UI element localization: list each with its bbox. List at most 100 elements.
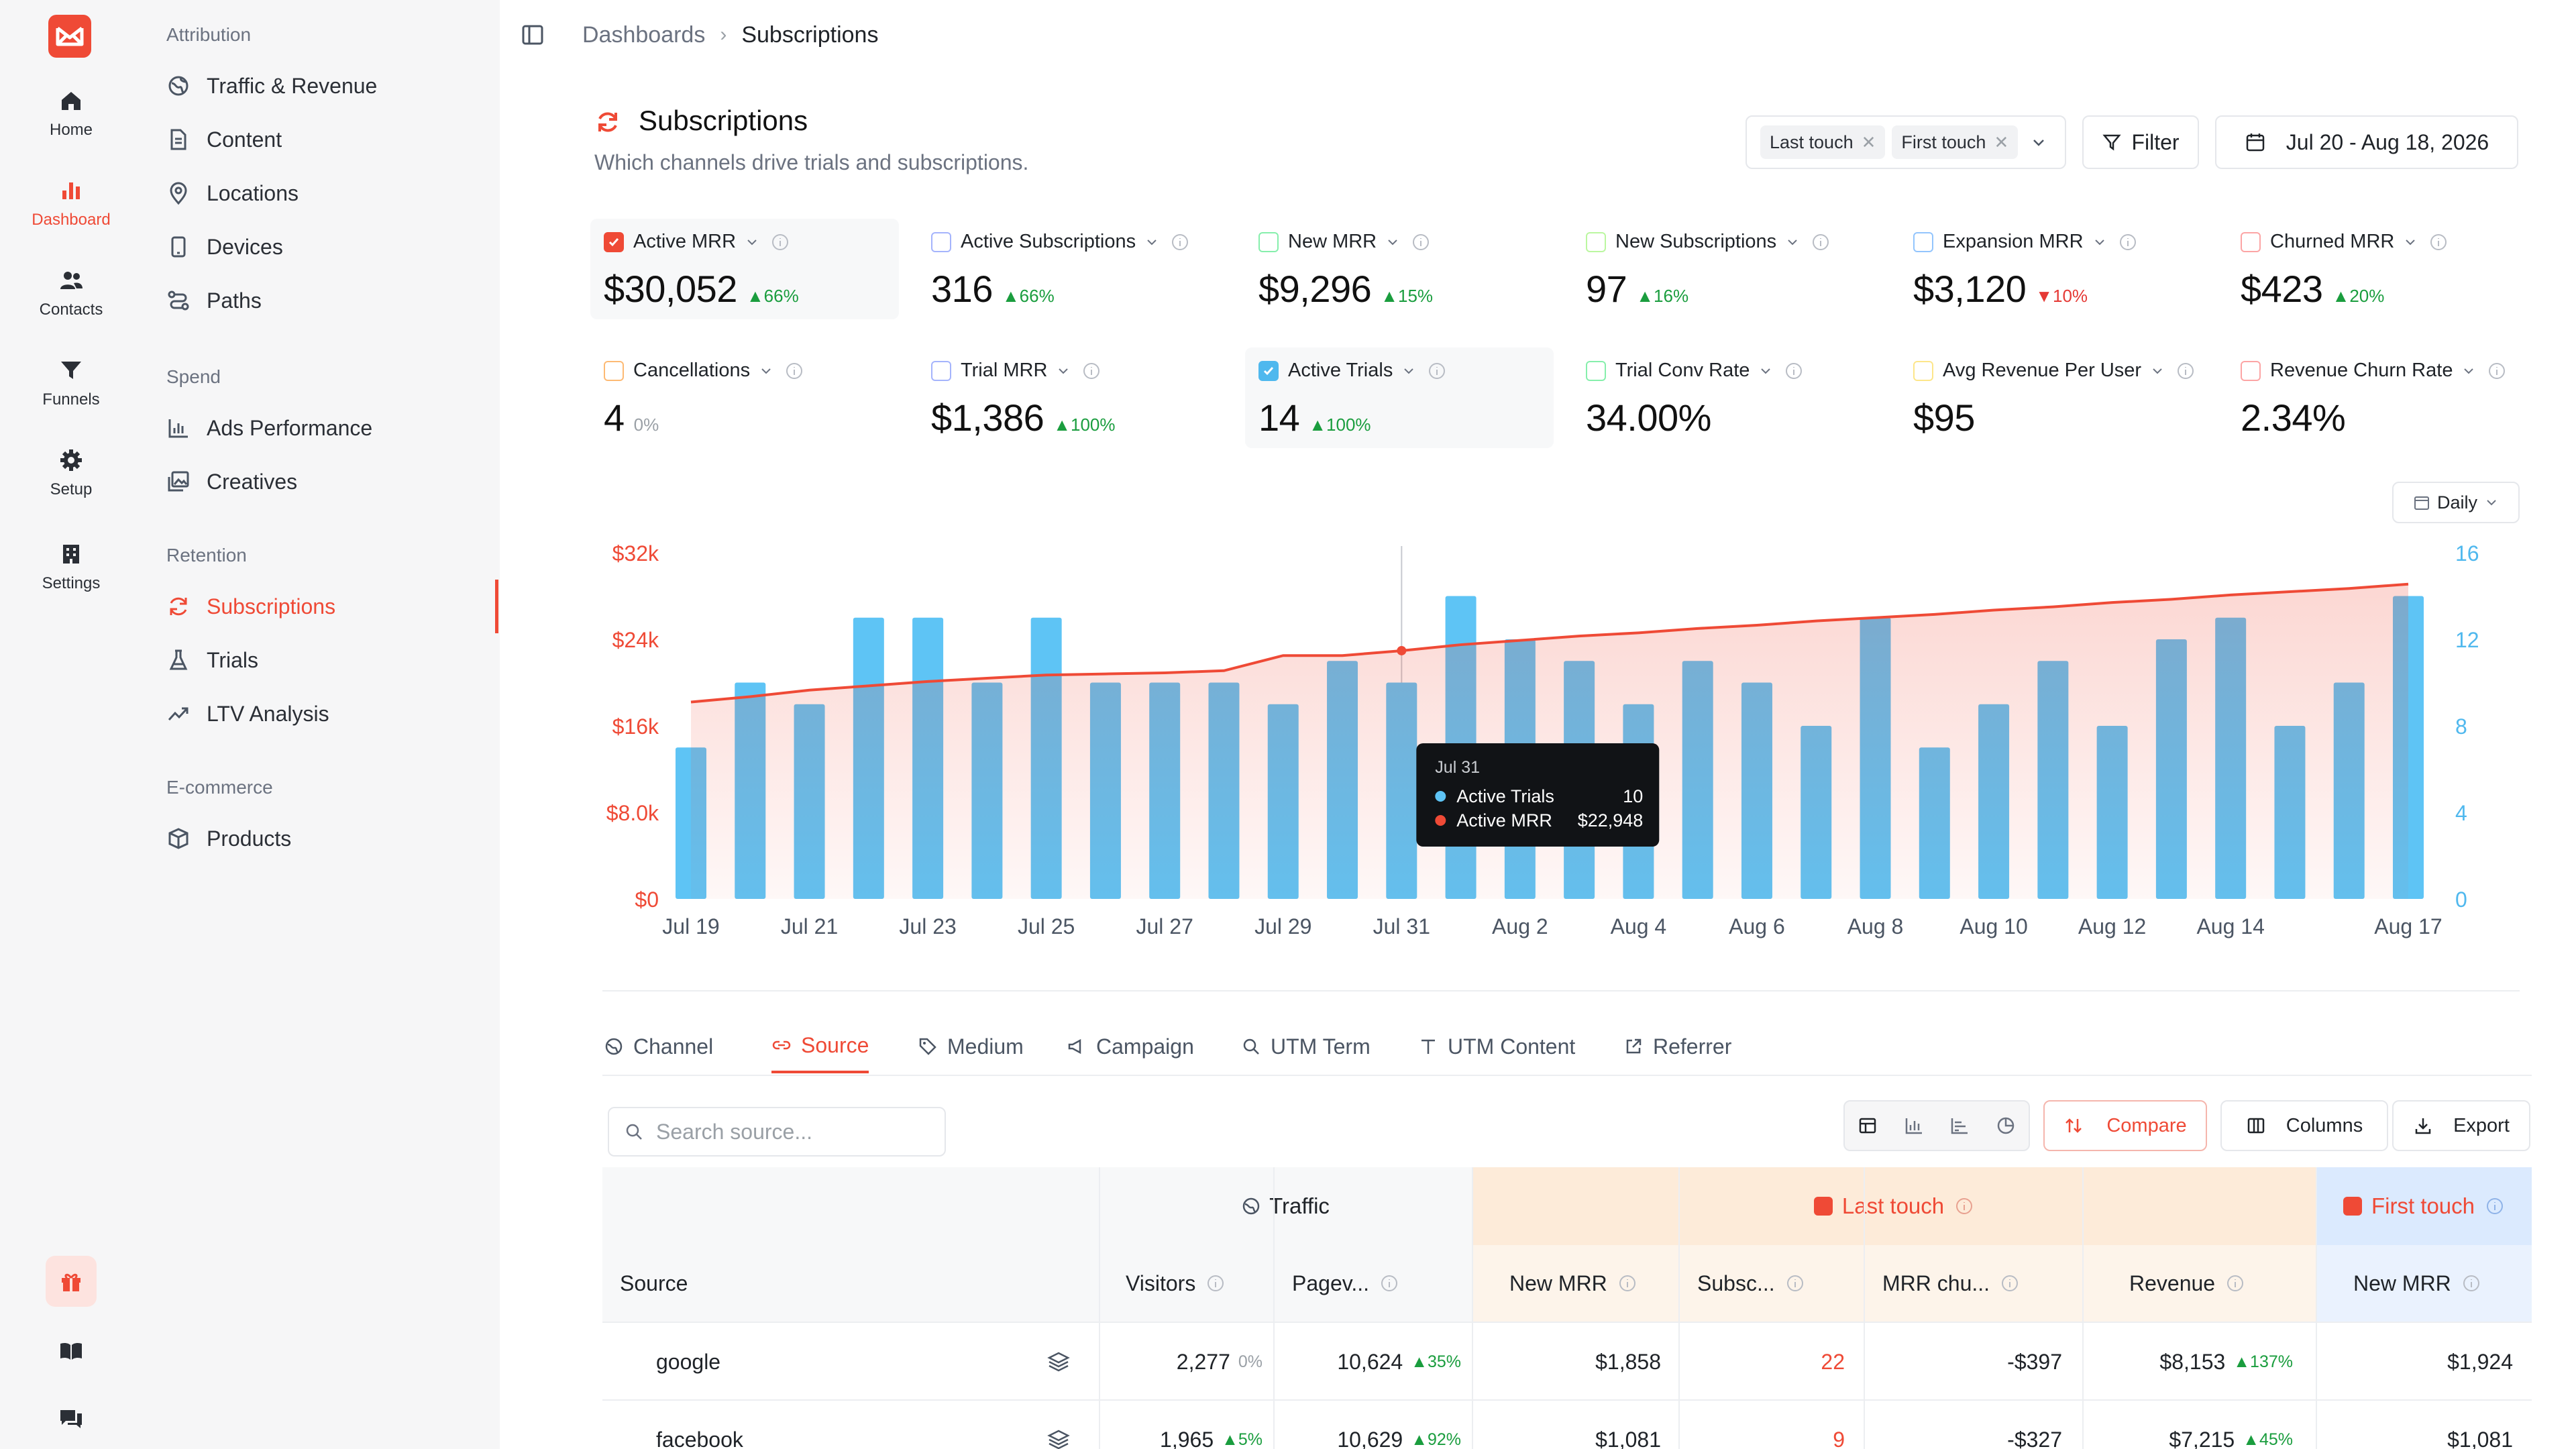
- pie-chart-view-icon[interactable]: [1996, 1116, 2016, 1136]
- tab-campaign[interactable]: Campaign: [1067, 1020, 1194, 1073]
- search-input[interactable]: Search source...: [608, 1107, 946, 1157]
- sidebar-item-trials[interactable]: Trials: [166, 640, 258, 680]
- nav-dashboard[interactable]: Dashboard: [0, 177, 142, 229]
- source-name[interactable]: google: [656, 1323, 720, 1401]
- docs-button[interactable]: [46, 1326, 97, 1377]
- info-icon[interactable]: [2000, 1274, 2019, 1293]
- metric-checkbox[interactable]: [1586, 231, 1606, 252]
- model-chip-first-touch[interactable]: First touch ✕: [1892, 125, 2019, 159]
- info-icon[interactable]: [1955, 1197, 1974, 1216]
- column-header[interactable]: Source: [620, 1245, 688, 1322]
- sidebar-item-creatives[interactable]: Creatives: [166, 462, 297, 502]
- chevron-down-icon[interactable]: [1386, 235, 1399, 249]
- metric-checkbox[interactable]: [931, 360, 951, 381]
- column-header[interactable]: Revenue: [2129, 1245, 2245, 1322]
- metric-card[interactable]: New MRR $9,296 ▲15%: [1245, 219, 1554, 319]
- table-view-icon[interactable]: [1858, 1116, 1878, 1136]
- chevron-down-icon[interactable]: [2462, 364, 2475, 378]
- date-range-picker[interactable]: Jul 20 - Aug 18, 2026: [2215, 115, 2518, 169]
- column-header[interactable]: MRR chu...: [1882, 1245, 2019, 1322]
- layers-icon[interactable]: [1046, 1350, 1071, 1374]
- metric-checkbox[interactable]: [1913, 360, 1933, 381]
- info-icon[interactable]: [1428, 362, 1446, 380]
- metric-card[interactable]: Trial MRR $1,386 ▲100%: [918, 347, 1226, 448]
- info-icon[interactable]: [1206, 1274, 1225, 1293]
- sidebar-item-paths[interactable]: Paths: [166, 280, 262, 321]
- chevron-down-icon[interactable]: [1402, 364, 1415, 378]
- metric-card[interactable]: Active Subscriptions 316 ▲66%: [918, 219, 1226, 319]
- cell-subscriptions[interactable]: 9: [1833, 1401, 1845, 1449]
- metric-checkbox[interactable]: [2241, 231, 2261, 252]
- info-icon[interactable]: [2429, 233, 2448, 252]
- info-icon[interactable]: [2462, 1274, 2481, 1293]
- info-icon[interactable]: [2226, 1274, 2245, 1293]
- sidebar-item-ads-performance[interactable]: Ads Performance: [166, 408, 372, 448]
- info-icon[interactable]: [2487, 362, 2506, 380]
- metric-card[interactable]: Active Trials 14 ▲100%: [1245, 347, 1554, 448]
- chat-button[interactable]: [46, 1393, 97, 1444]
- filter-button[interactable]: Filter: [2082, 115, 2199, 169]
- nav-setup[interactable]: Setup: [0, 447, 142, 499]
- info-icon[interactable]: [1784, 362, 1803, 380]
- metric-card[interactable]: Cancellations 4 0%: [590, 347, 899, 448]
- metric-checkbox[interactable]: [2241, 360, 2261, 381]
- chevron-down-icon[interactable]: [745, 235, 759, 249]
- chevron-down-icon[interactable]: [1145, 235, 1159, 249]
- info-icon[interactable]: [1411, 233, 1430, 252]
- sidebar-item-subscriptions[interactable]: Subscriptions: [166, 586, 335, 627]
- info-icon[interactable]: [2118, 233, 2137, 252]
- nav-funnels[interactable]: Funnels: [0, 357, 142, 409]
- info-icon[interactable]: [2176, 362, 2195, 380]
- chevron-down-icon[interactable]: [2151, 364, 2164, 378]
- columns-button[interactable]: Columns: [2220, 1100, 2388, 1151]
- info-icon[interactable]: [1811, 233, 1830, 252]
- metric-checkbox[interactable]: [931, 231, 951, 252]
- compare-button[interactable]: Compare: [2043, 1100, 2207, 1151]
- close-icon[interactable]: ✕: [1994, 132, 2008, 153]
- info-icon[interactable]: [1618, 1274, 1637, 1293]
- sidebar-item-locations[interactable]: Locations: [166, 173, 299, 213]
- nav-settings[interactable]: Settings: [0, 541, 142, 593]
- sidebar-item-products[interactable]: Products: [166, 818, 291, 859]
- column-header[interactable]: Subsc...: [1697, 1245, 1805, 1322]
- nav-home[interactable]: Home: [0, 87, 142, 140]
- info-icon[interactable]: [1082, 362, 1101, 380]
- export-button[interactable]: Export: [2392, 1100, 2530, 1151]
- info-icon[interactable]: [771, 233, 790, 252]
- column-header[interactable]: Pagev...: [1292, 1245, 1399, 1322]
- model-chip-last-touch[interactable]: Last touch ✕: [1760, 125, 1886, 159]
- metric-card[interactable]: Churned MRR $423 ▲20%: [2227, 219, 2536, 319]
- metric-checkbox[interactable]: [1258, 360, 1279, 381]
- app-logo[interactable]: [48, 15, 91, 58]
- gift-button[interactable]: [46, 1256, 97, 1307]
- tab-channel[interactable]: Channel: [604, 1020, 713, 1073]
- table-row[interactable]: facebook 1,965 ▲5% 10,629 ▲92% $1,081 9 -$327 $7…: [602, 1399, 2532, 1449]
- metric-card[interactable]: Active MRR $30,052 ▲66%: [590, 219, 899, 319]
- tab-utm-term[interactable]: UTM Term: [1241, 1020, 1371, 1073]
- source-name[interactable]: facebook: [656, 1401, 743, 1449]
- sidebar-item-ltv-analysis[interactable]: LTV Analysis: [166, 694, 329, 734]
- horizontal-bar-view-icon[interactable]: [1949, 1116, 1970, 1136]
- info-icon[interactable]: [1786, 1274, 1805, 1293]
- info-icon[interactable]: [785, 362, 804, 380]
- chevron-down-icon[interactable]: [2404, 235, 2417, 249]
- chevron-down-icon[interactable]: [2093, 235, 2106, 249]
- tab-medium[interactable]: Medium: [918, 1020, 1024, 1073]
- table-row[interactable]: google 2,277 0% 10,624 ▲35% $1,858 22 -$397 $8,1…: [602, 1322, 2532, 1399]
- breadcrumb-parent[interactable]: Dashboards: [582, 22, 705, 48]
- tab-referrer[interactable]: Referrer: [1623, 1020, 1731, 1073]
- attribution-model-select[interactable]: Last touch ✕ First touch ✕: [1746, 115, 2066, 169]
- granularity-select[interactable]: Daily: [2392, 482, 2520, 523]
- layers-icon[interactable]: [1046, 1428, 1071, 1449]
- sidebar-item-content[interactable]: Content: [166, 119, 282, 160]
- tab-source[interactable]: Source: [771, 1020, 869, 1073]
- cell-subscriptions[interactable]: 22: [1821, 1323, 1845, 1401]
- metric-card[interactable]: Expansion MRR $3,120 ▼10%: [1900, 219, 2208, 319]
- chevron-down-icon[interactable]: [1759, 364, 1772, 378]
- metric-checkbox[interactable]: [1586, 360, 1606, 381]
- metric-checkbox[interactable]: [1913, 231, 1933, 252]
- nav-contacts[interactable]: Contacts: [0, 267, 142, 319]
- sidebar-item-devices[interactable]: Devices: [166, 227, 283, 267]
- column-header[interactable]: New MRR: [1509, 1245, 1637, 1322]
- column-header[interactable]: New MRR: [2353, 1245, 2481, 1322]
